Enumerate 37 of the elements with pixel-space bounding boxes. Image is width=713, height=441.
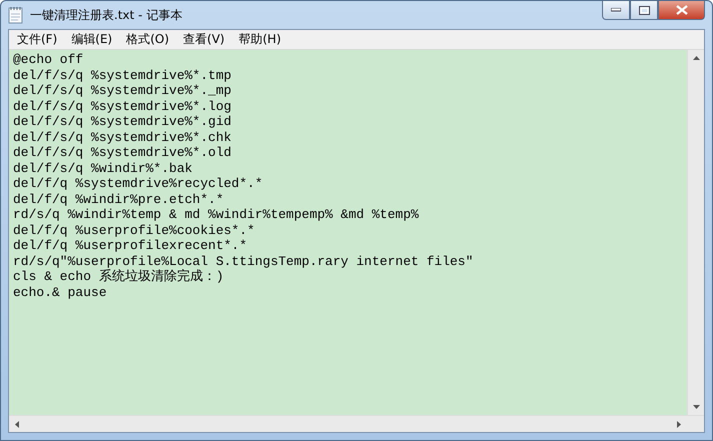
menu-item[interactable]: 帮助(H) — [232, 31, 289, 48]
text-line: del/f/s/q %systemdrive%*.log — [13, 98, 232, 114]
text-editor[interactable] — [9, 50, 687, 415]
text-line: rd/s/q %windir%temp & md %windir%tempemp% &md %temp% — [13, 207, 420, 222]
text-line: echo.& pause — [13, 284, 108, 300]
close-button[interactable] — [658, 1, 705, 20]
menu-item[interactable]: 格式(O) — [120, 31, 178, 48]
scroll-up-icon — [692, 56, 700, 60]
text-line: del/f/s/q %systemdrive%*.old — [13, 145, 232, 160]
resize-grip[interactable] — [687, 415, 704, 432]
minimize-button[interactable] — [602, 1, 630, 20]
minimize-icon — [611, 8, 621, 12]
scroll-right-icon — [677, 420, 681, 428]
vertical-scrollbar[interactable] — [687, 50, 704, 415]
horizontal-scrollbar[interactable] — [9, 415, 687, 432]
text-line: del/f/q %windir%pre.etch*.* — [13, 192, 225, 207]
scroll-left-icon — [15, 420, 19, 428]
text-line: @echo off — [13, 52, 84, 68]
window-title: 一键清理注册表.txt - 记事本 — [30, 6, 184, 24]
text-line: del/f/s/q %systemdrive%*._mp — [13, 83, 232, 98]
text-line: del/f/q %userprofilexrecent*.* — [13, 238, 248, 254]
text-line: del/f/q %userprofile%cookies*.* — [13, 222, 256, 238]
scroll-down-icon — [692, 405, 700, 409]
menu-item[interactable]: 文件(F) — [11, 31, 66, 48]
notepad-icon — [8, 6, 24, 24]
menu-item[interactable]: 查看(V) — [177, 31, 233, 48]
text-line: del/f/s/q %windir%*.bak — [13, 160, 194, 176]
text-line: del/f/s/q %systemdrive%*.gid — [13, 114, 232, 130]
text-line: del/f/s/q %systemdrive%*.chk — [13, 130, 232, 145]
maximize-button[interactable] — [630, 1, 658, 20]
text-line: del/f/q %systemdrive%recycled*.* — [13, 176, 264, 192]
text-line: del/f/s/q %systemdrive%*.tmp — [13, 68, 232, 83]
close-icon — [676, 5, 688, 15]
text-line: rd/s/q"%userprofile%Local S.ttingsTemp.rary internet files" — [13, 254, 474, 269]
text-line: cls & echo 系统垃圾清除完成：) — [13, 269, 225, 284]
menu-item[interactable]: 编辑(E) — [65, 31, 120, 48]
maximize-icon — [638, 6, 650, 14]
